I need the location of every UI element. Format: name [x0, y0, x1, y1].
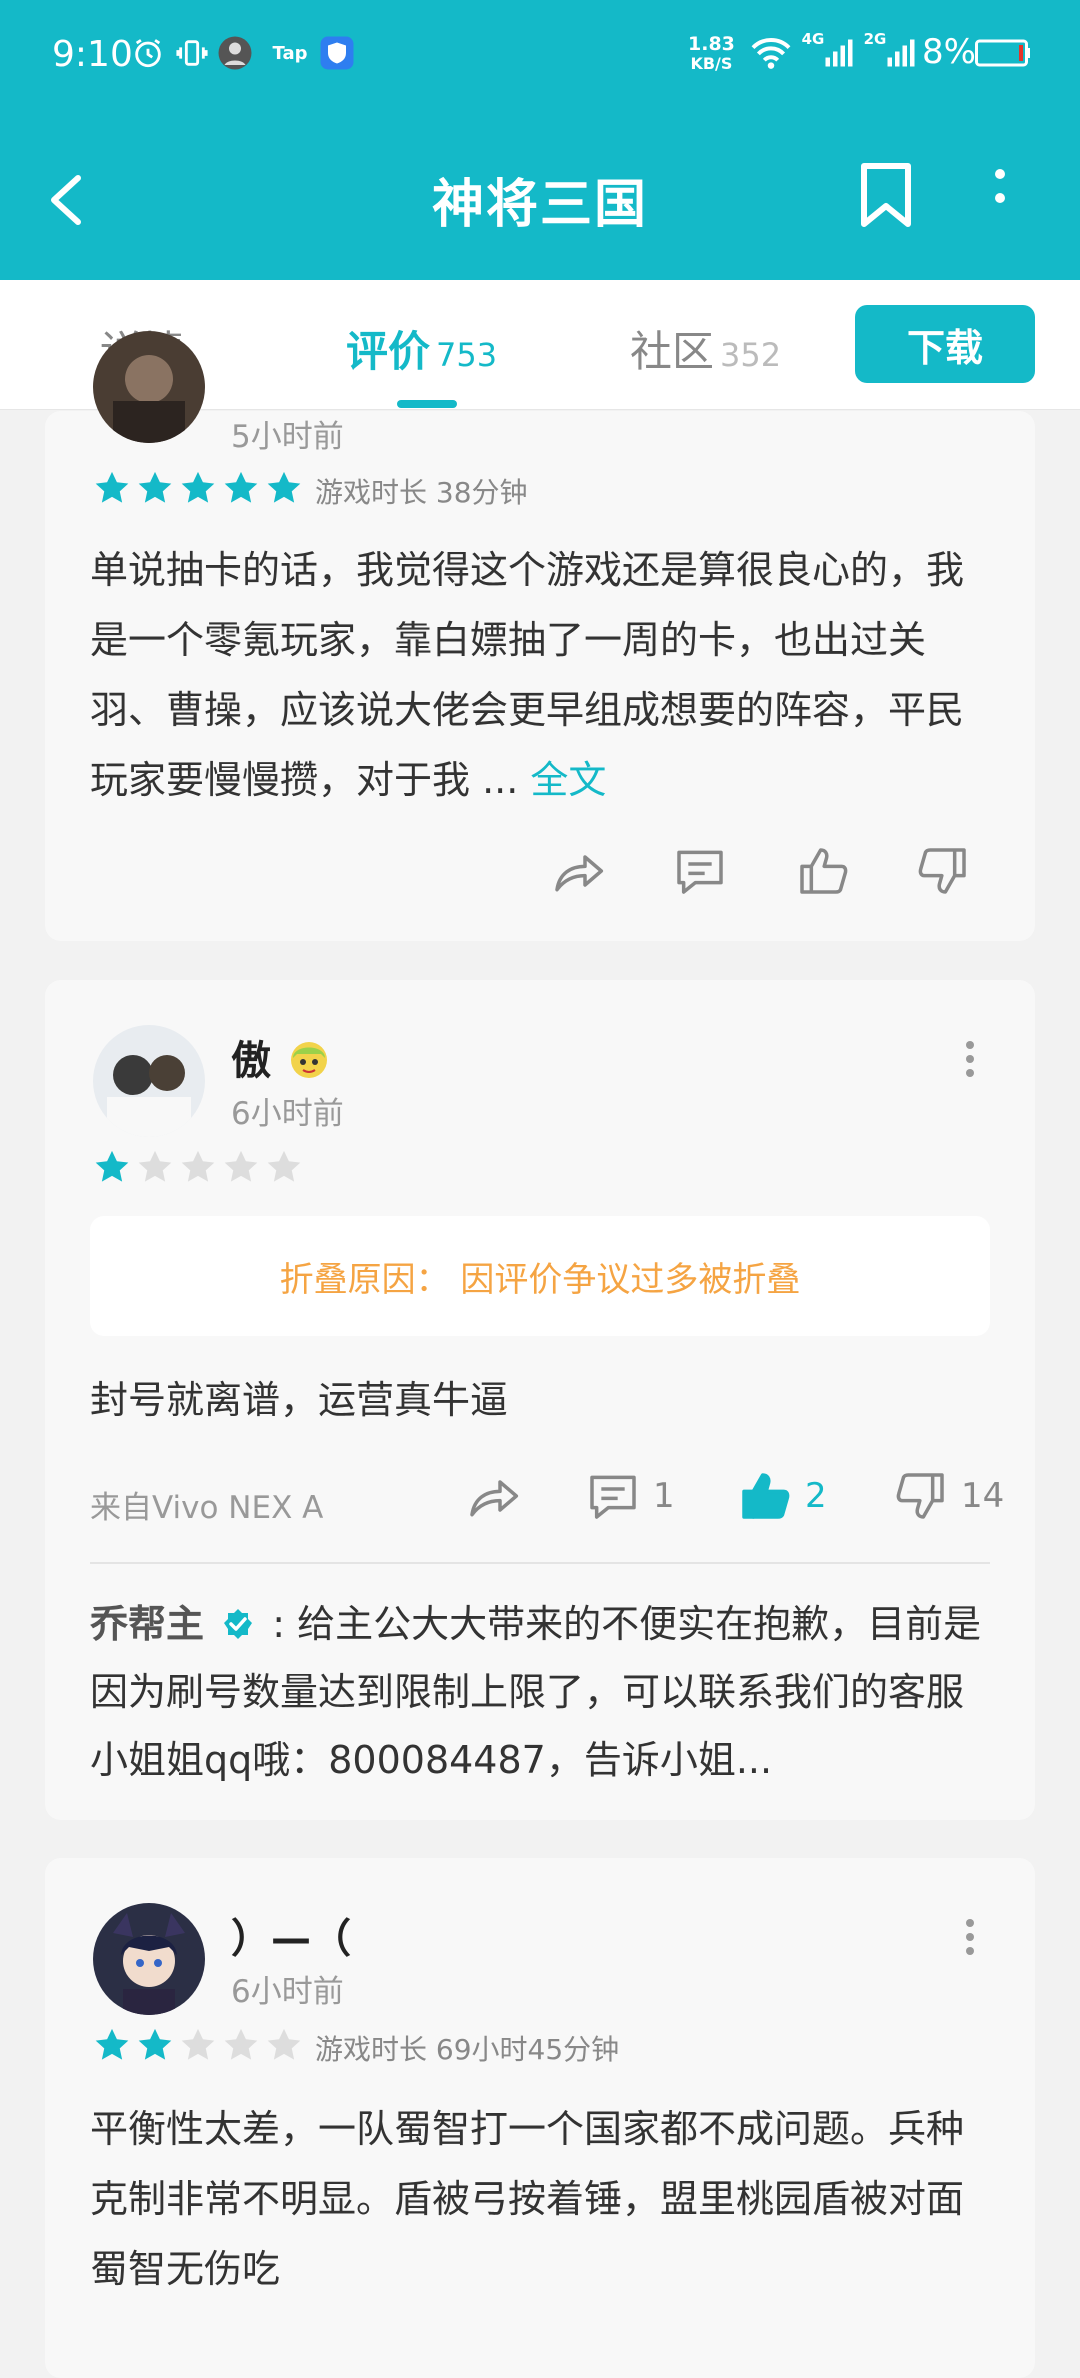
review-time: 5小时前 [231, 419, 344, 455]
share-icon [555, 855, 604, 892]
star-empty-icon [138, 1150, 172, 1182]
star-empty-icon [267, 2028, 301, 2060]
battery-icon [975, 34, 1031, 72]
clock: 9:10 [52, 34, 133, 75]
star-filled-icon [95, 471, 129, 503]
battery-percent: 8% [922, 32, 976, 72]
review-card: ）—（ 6小时前 游戏时长 69小时45分钟 平衡性太差，一队蜀智打一个国家都不… [45, 1858, 1035, 2378]
network-speed: 1.83 KB/S [688, 33, 735, 73]
dislike-count: 14 [961, 1476, 1005, 1516]
review-card: 傲 6小时前 折叠原因： 因评价争议过多被折叠 封号就离谱，运营真牛逼 来自Vi… [45, 980, 1035, 1820]
star-empty-icon [267, 1150, 301, 1182]
avatar[interactable] [93, 331, 205, 443]
play-time: 游戏时长 69小时45分钟 [315, 2033, 620, 2066]
wifi-icon [748, 34, 794, 72]
like-count: 2 [805, 1476, 827, 1516]
avatar[interactable] [93, 1025, 205, 1137]
comment-icon [590, 1475, 636, 1519]
review-more-button[interactable] [955, 1913, 985, 1973]
fold-reason-notice: 折叠原因： 因评价争议过多被折叠 [90, 1216, 990, 1336]
bookmark-button[interactable] [856, 160, 916, 230]
review-card: 5小时前 游戏时长 38分钟 单说抽卡的话，我觉得这个游戏还是算很良心的，我是一… [45, 331, 1035, 941]
review-body[interactable]: 平衡性太差，一队蜀智打一个国家都不成问题。兵种克制非常不明显。盾被弓按着锤，盟里… [90, 2094, 990, 2304]
star-empty-icon [181, 2028, 215, 2060]
page-title: 神将三国 [431, 175, 648, 235]
comment-count: 1 [653, 1476, 675, 1516]
share-button[interactable] [465, 1468, 521, 1524]
developer-reply[interactable]: 乔帮主 : 给主公大大带来的不便实在抱歉，目前是因为刷号数量达到限制上限了，可以… [90, 1590, 990, 1794]
divider [90, 1562, 990, 1564]
verified-badge-icon [224, 1609, 253, 1639]
status-bar: 9:10 Tap 1.83 KB/S 4G 2G 8% [0, 0, 1080, 110]
share-icon [470, 1480, 519, 1517]
dislike-button[interactable] [915, 843, 971, 899]
active-tab-indicator [397, 400, 457, 408]
thumbs-down-icon [918, 848, 966, 894]
avatar[interactable] [93, 1903, 205, 2015]
comment-button[interactable] [672, 843, 728, 899]
star-empty-icon [181, 1150, 215, 1182]
username[interactable]: 傲 [231, 1028, 333, 1086]
thumbs-up-icon [800, 848, 848, 894]
share-button[interactable] [550, 843, 606, 899]
dislike-button[interactable]: 14 [893, 1468, 1004, 1524]
star-empty-icon [224, 1150, 258, 1182]
review-body[interactable]: 单说抽卡的话，我觉得这个游戏还是算很良心的，我是一个零氪玩家，靠白嫖抽了一周的卡… [90, 535, 990, 815]
comment-button[interactable]: 1 [585, 1468, 675, 1524]
bookmark-icon [861, 163, 911, 227]
review-more-button[interactable] [955, 1035, 985, 1095]
alarm-icon [128, 34, 168, 72]
review-time: 6小时前 [231, 1974, 344, 2010]
star-filled-icon [267, 471, 301, 503]
vibrate-icon [172, 34, 212, 72]
thumbs-down-icon [896, 1473, 944, 1519]
app-notification-avatar-icon [216, 34, 254, 72]
rating-stars [93, 1148, 303, 1186]
more-vertical-icon [966, 1041, 974, 1077]
review-body[interactable]: 封号就离谱，运营真牛逼 [90, 1365, 990, 1435]
emoji-badge-icon [290, 1042, 327, 1078]
signal-2g-icon: 2G [862, 30, 918, 72]
star-filled-icon [224, 471, 258, 503]
play-time: 游戏时长 38分钟 [315, 476, 528, 509]
star-filled-icon [138, 471, 172, 503]
shield-icon [318, 34, 356, 72]
more-vertical-icon [966, 1919, 974, 1955]
reply-author: 乔帮主 [90, 1602, 205, 1646]
thumbs-up-icon [742, 1473, 790, 1519]
more-options-button[interactable] [980, 160, 1020, 230]
app-bar: 神将三国 [0, 110, 1080, 280]
tab-community[interactable]: 社区 352 [630, 318, 781, 379]
star-empty-icon [224, 2028, 258, 2060]
tap-icon: Tap [272, 42, 308, 64]
device-source: 来自Vivo NEX A [90, 1490, 324, 1526]
signal-4g-icon: 4G [800, 30, 856, 72]
star-filled-icon [138, 2028, 172, 2060]
comment-icon [677, 850, 723, 894]
star-filled-icon [95, 2028, 129, 2060]
username[interactable]: ）—（ [231, 1906, 351, 1964]
rating-stars [93, 2026, 303, 2064]
download-button[interactable]: 下载 [855, 305, 1035, 383]
star-filled-icon [181, 471, 215, 503]
more-vertical-icon [995, 169, 1005, 203]
tab-reviews[interactable]: 评价 753 [346, 318, 497, 379]
like-button[interactable]: 2 [737, 1468, 827, 1524]
full-text-link[interactable]: 全文 [530, 758, 606, 802]
rating-stars [93, 469, 303, 507]
like-button[interactable] [795, 843, 851, 899]
star-filled-icon [95, 1150, 129, 1182]
review-time: 6小时前 [231, 1096, 344, 1132]
